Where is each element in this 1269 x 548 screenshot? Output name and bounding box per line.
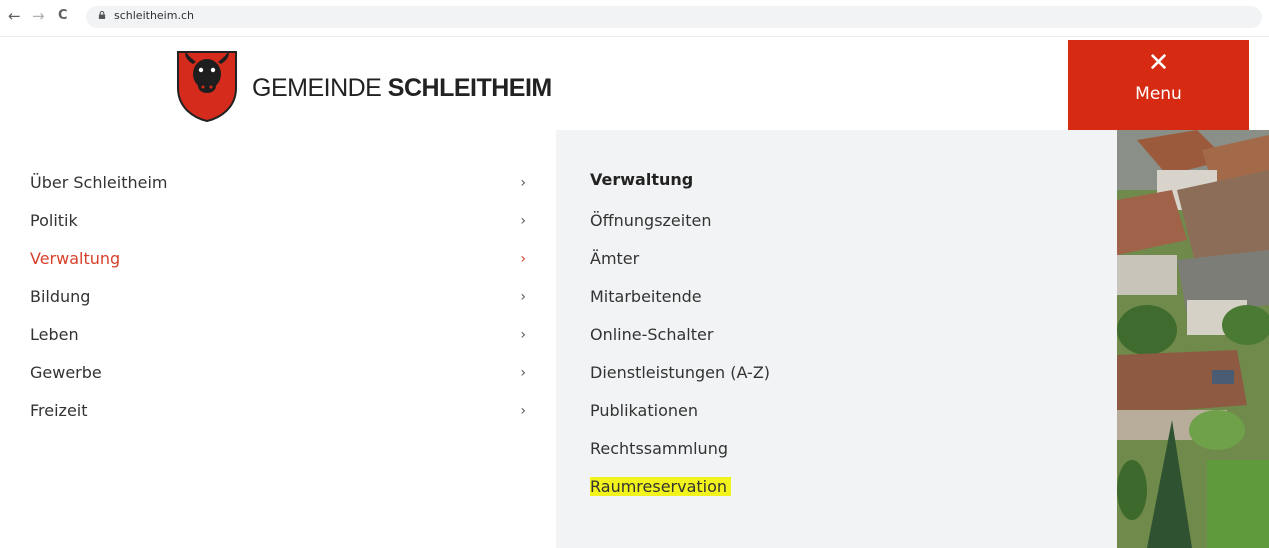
back-arrow-icon[interactable]: ← (8, 6, 21, 26)
nav-item-bildung[interactable]: Bildung › (30, 278, 530, 316)
submenu-item-aemter[interactable]: Ämter (590, 240, 770, 278)
submenu-item-rechtssammlung[interactable]: Rechtssammlung (590, 430, 770, 468)
coat-of-arms-logo[interactable] (176, 50, 238, 123)
address-bar[interactable]: schleitheim.ch (86, 6, 1262, 28)
nav-item-freizeit[interactable]: Freizeit › (30, 392, 530, 430)
nav-item-leben[interactable]: Leben › (30, 316, 530, 354)
menu-close-button[interactable]: ✕ Menu (1068, 40, 1249, 130)
nav-item-politik[interactable]: Politik › (30, 202, 530, 240)
highlighted-text: Raumreservation (590, 477, 732, 496)
url-text: schleitheim.ch (114, 9, 194, 22)
forward-arrow-icon[interactable]: → (32, 6, 45, 26)
menu-label: Menu (1135, 84, 1182, 104)
submenu-item-mitarbeitende[interactable]: Mitarbeitende (590, 278, 770, 316)
submenu-item-online-schalter[interactable]: Online-Schalter (590, 316, 770, 354)
chevron-right-icon: › (520, 213, 526, 229)
submenu-list: Öffnungszeiten Ämter Mitarbeitende Onlin… (590, 202, 770, 506)
chevron-right-icon: › (520, 365, 526, 381)
chevron-right-icon: › (520, 327, 526, 343)
submenu-item-oeffnungszeiten[interactable]: Öffnungszeiten (590, 202, 770, 240)
submenu-item-raumreservation[interactable]: Raumreservation (590, 468, 770, 506)
nav-item-ueber-schleitheim[interactable]: Über Schleitheim › (30, 164, 530, 202)
reload-icon[interactable]: C (58, 6, 68, 26)
nav-item-verwaltung[interactable]: Verwaltung › (30, 240, 530, 278)
chevron-right-icon: › (520, 403, 526, 419)
main-navigation: Über Schleitheim › Politik › Verwaltung … (30, 164, 530, 430)
close-icon: ✕ (1147, 48, 1170, 78)
site-brand-title[interactable]: GEMEINDE SCHLEITHEIM (252, 74, 552, 103)
aerial-village-image (1117, 130, 1269, 548)
submenu-item-publikationen[interactable]: Publikationen (590, 392, 770, 430)
lock-icon (98, 11, 106, 19)
nav-item-gewerbe[interactable]: Gewerbe › (30, 354, 530, 392)
submenu-item-dienstleistungen[interactable]: Dienstleistungen (A-Z) (590, 354, 770, 392)
chevron-right-icon: › (520, 175, 526, 191)
browser-toolbar: ← → C schleitheim.ch (0, 0, 1269, 37)
chevron-right-icon: › (520, 289, 526, 305)
submenu-panel: Verwaltung Öffnungszeiten Ämter Mitarbei… (556, 130, 1117, 548)
chevron-right-icon: › (520, 251, 526, 267)
submenu-title[interactable]: Verwaltung (590, 170, 693, 189)
